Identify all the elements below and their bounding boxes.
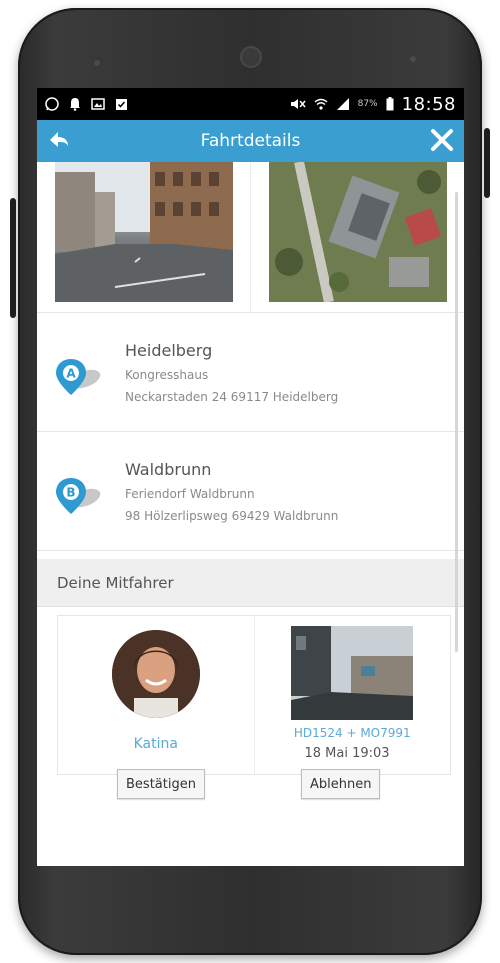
trip-datetime: 18 Mai 19:03 bbox=[304, 746, 390, 761]
screen: 87% 18:58 Fahrtdetails A Heidelberg Kong… bbox=[37, 88, 464, 866]
signal-icon bbox=[336, 98, 349, 110]
start-city: Heidelberg bbox=[125, 341, 213, 360]
destination-photo-cell bbox=[251, 162, 464, 312]
whatsapp-icon bbox=[45, 97, 59, 111]
power-button bbox=[484, 128, 490, 198]
confirm-button[interactable]: Bestätigen bbox=[117, 769, 205, 799]
image-icon bbox=[91, 98, 105, 110]
trip-details-content: A Heidelberg Kongresshaus Neckarstaden 2… bbox=[37, 162, 464, 866]
aerial-photo[interactable] bbox=[268, 162, 447, 302]
mute-icon bbox=[290, 99, 306, 109]
street-photo[interactable] bbox=[54, 162, 233, 302]
reject-button[interactable]: Ablehnen bbox=[301, 769, 381, 799]
front-camera bbox=[240, 46, 262, 68]
map-pin-a-icon: A bbox=[56, 359, 101, 395]
vehicle-card[interactable]: HD1524 + MO7991 18 Mai 19:03 bbox=[255, 616, 451, 774]
app-bar: Fahrtdetails bbox=[37, 120, 464, 162]
start-street: Neckarstaden 24 69117 Heidelberg bbox=[125, 390, 339, 404]
page-title: Fahrtdetails bbox=[200, 131, 301, 151]
speaker-dot bbox=[94, 60, 100, 66]
back-arrow-icon[interactable] bbox=[47, 128, 71, 152]
passenger-card[interactable]: Katina bbox=[58, 616, 255, 774]
start-address-block[interactable]: A Heidelberg Kongresshaus Neckarstaden 2… bbox=[37, 313, 464, 432]
vehicle-photo bbox=[290, 626, 413, 720]
start-address-text: Heidelberg Kongresshaus Neckarstaden 24 … bbox=[125, 341, 338, 412]
close-icon[interactable] bbox=[428, 126, 456, 154]
battery-percent: 87% bbox=[357, 99, 378, 109]
passenger-grid: Katina HD1524 + MO7991 18 Mai 19:03 bbox=[57, 615, 451, 775]
avatar bbox=[112, 630, 200, 718]
destination-address-text: Waldbrunn Feriendorf Waldbrunn 98 Hölzer… bbox=[125, 460, 338, 531]
location-photos bbox=[37, 162, 464, 313]
pin-b-label: B bbox=[66, 486, 75, 500]
passengers-section: Katina HD1524 + MO7991 18 Mai 19:03 Best… bbox=[37, 607, 464, 799]
bell-icon bbox=[70, 98, 80, 111]
wifi-icon bbox=[314, 98, 328, 110]
clipboard-check-icon bbox=[116, 99, 127, 110]
destination-place: Feriendorf Waldbrunn bbox=[125, 487, 255, 501]
sensor-dot bbox=[410, 56, 416, 62]
passenger-name[interactable]: Katina bbox=[58, 736, 254, 752]
status-bar: 87% 18:58 bbox=[37, 88, 464, 120]
passengers-section-title: Deine Mitfahrer bbox=[37, 559, 464, 607]
destination-address-block[interactable]: B Waldbrunn Feriendorf Waldbrunn 98 Hölz… bbox=[37, 432, 464, 551]
volume-button bbox=[10, 198, 16, 318]
battery-icon bbox=[386, 97, 394, 111]
map-pin-b-icon: B bbox=[56, 478, 101, 514]
vehicle-plate[interactable]: HD1524 + MO7991 bbox=[255, 726, 451, 740]
scrollbar[interactable] bbox=[455, 192, 458, 652]
start-photo-cell bbox=[37, 162, 251, 312]
pin-a-label: A bbox=[66, 367, 76, 381]
clock: 18:58 bbox=[401, 93, 456, 115]
start-place: Kongresshaus bbox=[125, 368, 209, 382]
destination-street: 98 Hölzerlipsweg 69429 Waldbrunn bbox=[125, 509, 339, 523]
destination-city: Waldbrunn bbox=[125, 460, 212, 479]
